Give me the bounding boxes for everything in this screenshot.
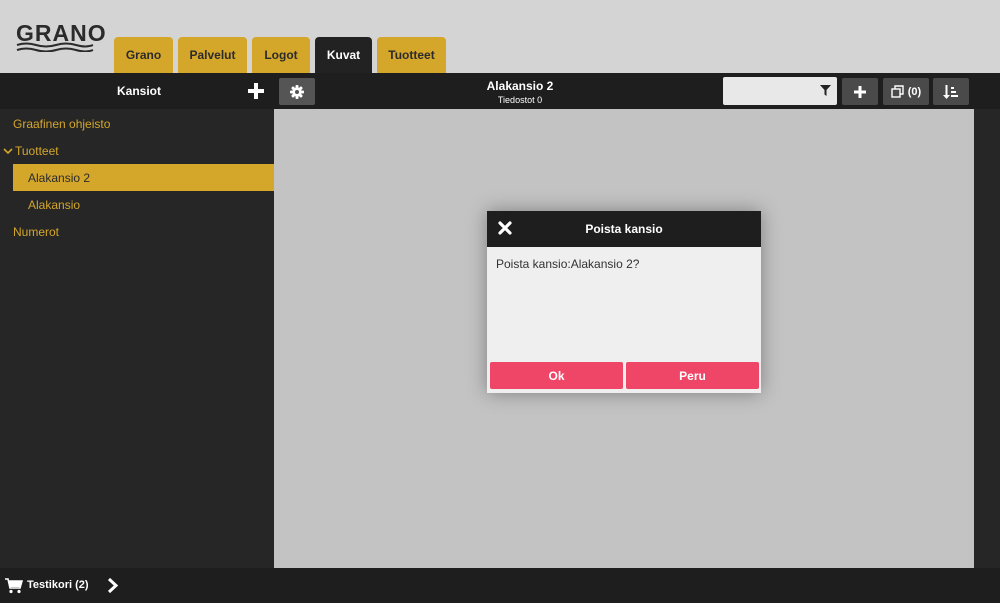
sidebar-item-tuotteet[interactable]: Tuotteet <box>0 137 274 164</box>
add-folder-button[interactable] <box>247 82 265 103</box>
compare-count: (0) <box>907 85 922 98</box>
dialog-header: Poista kansio <box>487 211 761 247</box>
chevron-right-icon[interactable] <box>107 577 119 594</box>
filter-icon[interactable] <box>820 85 831 96</box>
grano-logo[interactable]: GRANO <box>16 20 106 54</box>
dialog-title: Poista kansio <box>585 222 663 236</box>
sidebar-item-graafinen-ohjeisto[interactable]: Graafinen ohjeisto <box>0 110 274 137</box>
tab-label: Tuotteet <box>388 48 435 62</box>
main-tabs: Grano Palvelut Logot Kuvat Tuotteet <box>114 37 451 73</box>
sidebar-item-label: Graafinen ohjeisto <box>13 116 111 131</box>
tab-label: Logot <box>264 48 298 62</box>
current-folder-title: Alakansio 2 <box>486 79 554 93</box>
gear-icon <box>290 84 304 99</box>
add-file-button[interactable] <box>842 78 878 105</box>
cancel-button[interactable]: Peru <box>626 362 759 389</box>
top-header: GRANO Grano Palvelut Logot Kuvat Tuottee… <box>0 0 1000 73</box>
logo-wave-icon <box>16 42 94 52</box>
sidebar-item-label: Numerot <box>13 224 60 239</box>
sidebar-item-label: Tuotteet <box>15 143 59 158</box>
plus-icon <box>854 85 866 98</box>
cart-icon[interactable] <box>5 578 23 594</box>
chevron-down-icon[interactable] <box>3 147 13 155</box>
tab-tuotteet[interactable]: Tuotteet <box>377 37 446 73</box>
sidebar-item-alakansio-2[interactable]: Alakansio 2 <box>13 164 274 191</box>
ok-button-label: Ok <box>548 368 565 383</box>
plus-icon <box>248 83 264 99</box>
filter-input[interactable] <box>727 77 817 105</box>
sidebar-item-numerot[interactable]: Numerot <box>0 218 274 245</box>
ok-button[interactable]: Ok <box>490 362 623 389</box>
sort-icon <box>943 84 958 99</box>
tab-logot[interactable]: Logot <box>252 37 310 73</box>
tab-label: Grano <box>125 48 162 62</box>
tab-palvelut[interactable]: Palvelut <box>178 37 247 73</box>
dialog-message: Poista kansio:Alakansio 2? <box>496 257 640 271</box>
tab-kuvat[interactable]: Kuvat <box>315 37 372 73</box>
tab-grano[interactable]: Grano <box>114 37 173 73</box>
folder-sidebar: Graafinen ohjeisto Tuotteet Alakansio 2 … <box>0 109 274 568</box>
cancel-button-label: Peru <box>679 368 706 383</box>
delete-folder-dialog: Poista kansio Poista kansio:Alakansio 2?… <box>487 211 761 393</box>
sidebar-item-label: Alakansio 2 <box>28 170 91 185</box>
filter-field[interactable] <box>723 77 837 105</box>
tab-label: Kuvat <box>326 48 361 62</box>
cart-label[interactable]: Testikori (2) <box>27 579 89 591</box>
folders-title: Kansiot <box>117 84 162 98</box>
sidebar-item-alakansio[interactable]: Alakansio <box>0 191 274 218</box>
tab-label: Palvelut <box>189 48 236 62</box>
copy-icon <box>891 85 904 98</box>
file-count: Tiedostot 0 <box>497 95 543 105</box>
footer-bar: Testikori (2) <box>0 568 1000 603</box>
folder-settings-button[interactable] <box>279 78 315 105</box>
sort-button[interactable] <box>933 78 969 105</box>
right-panel <box>974 109 1000 568</box>
sidebar-item-label: Alakansio <box>28 197 81 212</box>
compare-button[interactable]: (0) <box>883 78 929 105</box>
